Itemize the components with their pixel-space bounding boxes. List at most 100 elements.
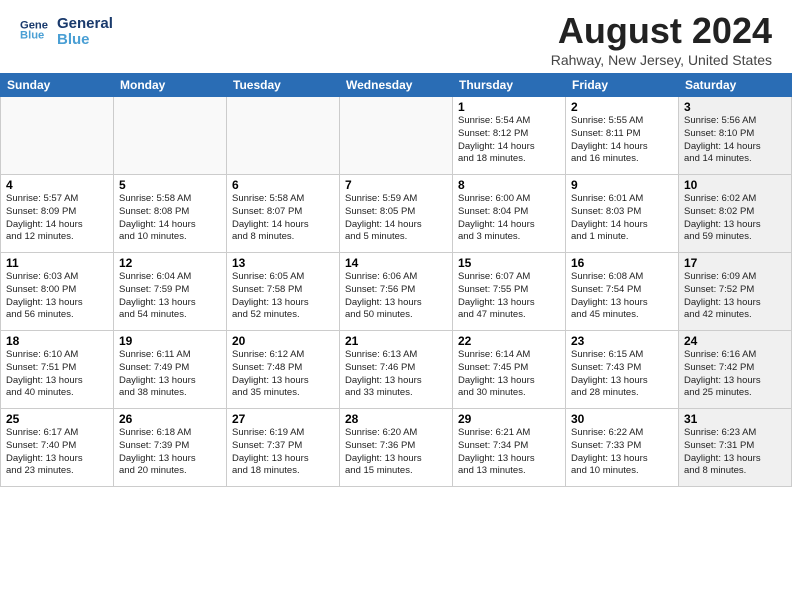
page-header: General Blue General Blue August 2024 Ra… [0,0,792,73]
day-number: 7 [345,178,447,192]
calendar-day: 16Sunrise: 6:08 AM Sunset: 7:54 PM Dayli… [566,253,679,331]
day-number: 1 [458,100,560,114]
calendar-day: 28Sunrise: 6:20 AM Sunset: 7:36 PM Dayli… [340,409,453,487]
day-info: Sunrise: 6:23 AM Sunset: 7:31 PM Dayligh… [684,427,786,478]
day-number: 20 [232,334,334,348]
calendar-day: 7Sunrise: 5:59 AM Sunset: 8:05 PM Daylig… [340,175,453,253]
calendar-day: 4Sunrise: 5:57 AM Sunset: 8:09 PM Daylig… [1,175,114,253]
col-saturday: Saturday [679,74,792,97]
logo-svg: General Blue [52,10,142,50]
day-number: 31 [684,412,786,426]
day-number: 24 [684,334,786,348]
calendar-day: 13Sunrise: 6:05 AM Sunset: 7:58 PM Dayli… [227,253,340,331]
calendar-day: 12Sunrise: 6:04 AM Sunset: 7:59 PM Dayli… [114,253,227,331]
col-wednesday: Wednesday [340,74,453,97]
day-number: 14 [345,256,447,270]
day-info: Sunrise: 6:17 AM Sunset: 7:40 PM Dayligh… [6,427,108,478]
calendar-day: 9Sunrise: 6:01 AM Sunset: 8:03 PM Daylig… [566,175,679,253]
svg-text:Blue: Blue [20,29,44,41]
day-info: Sunrise: 6:06 AM Sunset: 7:56 PM Dayligh… [345,271,447,322]
day-info: Sunrise: 6:04 AM Sunset: 7:59 PM Dayligh… [119,271,221,322]
day-number: 25 [6,412,108,426]
day-number: 18 [6,334,108,348]
calendar-day [1,97,114,175]
calendar-day: 10Sunrise: 6:02 AM Sunset: 8:02 PM Dayli… [679,175,792,253]
calendar-day: 19Sunrise: 6:11 AM Sunset: 7:49 PM Dayli… [114,331,227,409]
day-number: 9 [571,178,673,192]
calendar-week-row: 1Sunrise: 5:54 AM Sunset: 8:12 PM Daylig… [1,97,792,175]
calendar-day: 14Sunrise: 6:06 AM Sunset: 7:56 PM Dayli… [340,253,453,331]
day-number: 27 [232,412,334,426]
day-info: Sunrise: 5:57 AM Sunset: 8:09 PM Dayligh… [6,193,108,244]
day-number: 6 [232,178,334,192]
day-info: Sunrise: 6:21 AM Sunset: 7:34 PM Dayligh… [458,427,560,478]
day-number: 10 [684,178,786,192]
calendar-week-row: 25Sunrise: 6:17 AM Sunset: 7:40 PM Dayli… [1,409,792,487]
col-thursday: Thursday [453,74,566,97]
day-number: 13 [232,256,334,270]
calendar-day: 20Sunrise: 6:12 AM Sunset: 7:48 PM Dayli… [227,331,340,409]
day-info: Sunrise: 6:01 AM Sunset: 8:03 PM Dayligh… [571,193,673,244]
day-number: 21 [345,334,447,348]
day-info: Sunrise: 5:58 AM Sunset: 8:08 PM Dayligh… [119,193,221,244]
calendar-day: 31Sunrise: 6:23 AM Sunset: 7:31 PM Dayli… [679,409,792,487]
calendar-day: 2Sunrise: 5:55 AM Sunset: 8:11 PM Daylig… [566,97,679,175]
calendar-day: 29Sunrise: 6:21 AM Sunset: 7:34 PM Dayli… [453,409,566,487]
calendar-week-row: 11Sunrise: 6:03 AM Sunset: 8:00 PM Dayli… [1,253,792,331]
calendar-day [114,97,227,175]
day-number: 22 [458,334,560,348]
col-monday: Monday [114,74,227,97]
calendar-day [227,97,340,175]
day-info: Sunrise: 6:09 AM Sunset: 7:52 PM Dayligh… [684,271,786,322]
col-sunday: Sunday [1,74,114,97]
calendar-day: 25Sunrise: 6:17 AM Sunset: 7:40 PM Dayli… [1,409,114,487]
col-tuesday: Tuesday [227,74,340,97]
calendar-table: Sunday Monday Tuesday Wednesday Thursday… [0,73,792,487]
day-number: 11 [6,256,108,270]
svg-text:Blue: Blue [57,31,90,48]
day-number: 3 [684,100,786,114]
day-info: Sunrise: 6:00 AM Sunset: 8:04 PM Dayligh… [458,193,560,244]
calendar-day: 3Sunrise: 5:56 AM Sunset: 8:10 PM Daylig… [679,97,792,175]
day-number: 17 [684,256,786,270]
day-info: Sunrise: 6:10 AM Sunset: 7:51 PM Dayligh… [6,349,108,400]
calendar-day: 23Sunrise: 6:15 AM Sunset: 7:43 PM Dayli… [566,331,679,409]
calendar-day: 18Sunrise: 6:10 AM Sunset: 7:51 PM Dayli… [1,331,114,409]
day-number: 2 [571,100,673,114]
day-number: 23 [571,334,673,348]
day-number: 29 [458,412,560,426]
day-info: Sunrise: 6:03 AM Sunset: 8:00 PM Dayligh… [6,271,108,322]
day-info: Sunrise: 6:16 AM Sunset: 7:42 PM Dayligh… [684,349,786,400]
day-info: Sunrise: 6:08 AM Sunset: 7:54 PM Dayligh… [571,271,673,322]
title-block: August 2024 Rahway, New Jersey, United S… [551,10,772,68]
svg-text:General: General [57,15,113,32]
day-info: Sunrise: 6:11 AM Sunset: 7:49 PM Dayligh… [119,349,221,400]
col-friday: Friday [566,74,679,97]
logo: General Blue General Blue [20,10,142,50]
day-info: Sunrise: 6:22 AM Sunset: 7:33 PM Dayligh… [571,427,673,478]
calendar-day: 8Sunrise: 6:00 AM Sunset: 8:04 PM Daylig… [453,175,566,253]
calendar-day: 30Sunrise: 6:22 AM Sunset: 7:33 PM Dayli… [566,409,679,487]
subtitle: Rahway, New Jersey, United States [551,52,772,68]
day-number: 28 [345,412,447,426]
day-info: Sunrise: 5:59 AM Sunset: 8:05 PM Dayligh… [345,193,447,244]
day-info: Sunrise: 5:55 AM Sunset: 8:11 PM Dayligh… [571,115,673,166]
day-number: 26 [119,412,221,426]
day-number: 4 [6,178,108,192]
day-info: Sunrise: 6:02 AM Sunset: 8:02 PM Dayligh… [684,193,786,244]
calendar-day: 21Sunrise: 6:13 AM Sunset: 7:46 PM Dayli… [340,331,453,409]
day-info: Sunrise: 6:20 AM Sunset: 7:36 PM Dayligh… [345,427,447,478]
calendar-day [340,97,453,175]
day-number: 8 [458,178,560,192]
calendar-day: 22Sunrise: 6:14 AM Sunset: 7:45 PM Dayli… [453,331,566,409]
day-info: Sunrise: 6:13 AM Sunset: 7:46 PM Dayligh… [345,349,447,400]
calendar-day: 27Sunrise: 6:19 AM Sunset: 7:37 PM Dayli… [227,409,340,487]
day-number: 12 [119,256,221,270]
calendar-day: 1Sunrise: 5:54 AM Sunset: 8:12 PM Daylig… [453,97,566,175]
calendar-day: 11Sunrise: 6:03 AM Sunset: 8:00 PM Dayli… [1,253,114,331]
calendar-week-row: 18Sunrise: 6:10 AM Sunset: 7:51 PM Dayli… [1,331,792,409]
day-info: Sunrise: 6:19 AM Sunset: 7:37 PM Dayligh… [232,427,334,478]
day-info: Sunrise: 6:18 AM Sunset: 7:39 PM Dayligh… [119,427,221,478]
day-info: Sunrise: 5:58 AM Sunset: 8:07 PM Dayligh… [232,193,334,244]
calendar-day: 6Sunrise: 5:58 AM Sunset: 8:07 PM Daylig… [227,175,340,253]
